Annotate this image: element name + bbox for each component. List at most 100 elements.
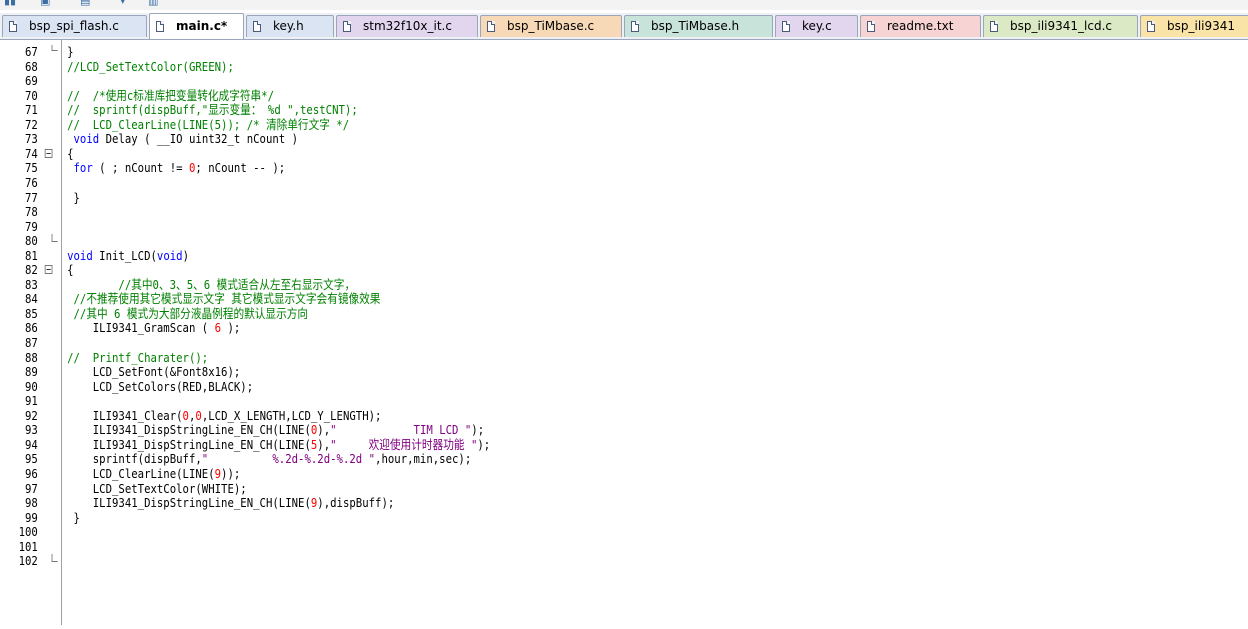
fold-collapse-icon[interactable] [44,148,53,158]
code-line[interactable]: 69 [0,74,1073,88]
code-line[interactable]: 73 void Delay ( __IO uint32_t nCount ) [0,132,1073,146]
code-line[interactable]: 97 LCD_SetTextColor(WHITE); [0,480,1073,496]
code-line[interactable]: 76 [0,175,1073,190]
line-number: 78 [25,204,38,220]
code-token-plain: )); [221,465,241,481]
toolbar-tool-icon[interactable]: ▤ [80,0,92,7]
code-line[interactable]: 82 { [0,263,1073,277]
line-number: 97 [25,480,38,496]
code-token-comment: // /*使用c标准库把变量转化成字符串*/ [67,87,275,103]
tab-readme-txt[interactable]: readme.txt [860,15,981,37]
code-token-plain: ,hour,min,sec); [375,451,472,467]
code-line[interactable]: 90 LCD_SetColors(RED,BLACK); [0,378,1073,394]
tab-main-c[interactable]: main.c* [149,13,244,39]
line-number: 98 [25,495,38,511]
line-number: 82 [25,262,38,278]
line-number: 88 [25,349,38,365]
code-token-plain: ); [477,436,491,452]
code-line[interactable]: 99 } [0,510,1073,525]
code-token-plain: ; nCount -- ); [195,160,286,176]
code-line[interactable]: 71 // sprintf(dispBuff,"显示变量： %d ",testCN… [0,103,1073,117]
line-number: 80 [25,233,38,249]
code-text: //不推荐使用其它模式显示文字 其它模式显示文字会有镜像效果 [67,292,380,306]
tab-stm32f10x-it-c[interactable]: stm32f10x_it.c [336,15,478,37]
toolbar-tool-icon[interactable]: ▣ [40,0,52,7]
code-text: { [67,146,73,161]
line-number: 90 [25,378,38,394]
code-line[interactable]: 95 sprintf(dispBuff," %.2d-%.2d-%.2d ",h… [0,452,1073,466]
fold-collapse-icon[interactable] [44,265,53,275]
tab-bsp-spi-flash-c[interactable]: bsp_spi_flash.c [2,15,147,37]
tab-bsp-timbase-h[interactable]: bsp_TiMbase.h [624,15,773,37]
toolbar-tool-icon[interactable]: ▾ [120,0,132,7]
code-token-str: " %.2d-%.2d-%.2d " [201,451,376,467]
code-token-comment: // Printf_Charater(); [67,349,209,365]
code-token-plain: LCD_ClearLine(LINE( [67,465,215,481]
tab-key-h[interactable]: key.h [246,15,334,37]
code-editor[interactable]: 67} 68//LCD_SetTextColor(GREEN); 69 70// /*… [0,40,1248,629]
code-line[interactable]: 68 //LCD_SetTextColor(GREEN); [0,58,1073,74]
code-line[interactable]: 80 [0,234,1073,248]
code-line[interactable]: 100 [0,525,1073,539]
code-text: // LCD_ClearLine(LINE(5)); /* 清除单行文字 */ [67,117,349,132]
code-line[interactable]: 85 //其中 6 模式为大部分液晶例程的默认显示方向 [0,306,1073,321]
tab-bsp-ili9341[interactable]: bsp_ili9341 [1140,15,1248,37]
file-icon [343,21,351,32]
line-number: 87 [25,335,38,350]
code-line[interactable]: 89 LCD_SetFont(&Font8x16); [0,365,1073,379]
code-token-plain: { [67,262,74,278]
line-number: 91 [25,393,38,409]
code-line[interactable]: 79 [0,219,1073,234]
line-number: 84 [25,291,38,307]
tab-label: bsp_ili9341_lcd.c [1010,19,1112,33]
code-line[interactable]: 74 { [0,145,1073,161]
code-text: //LCD_SetTextColor(GREEN); [67,58,234,74]
toolbar-tool-icon[interactable]: ▮▮ [4,0,16,7]
code-line[interactable]: 91 [0,394,1073,408]
code-line[interactable]: 75 for ( ; nCount != 0; nCount -- ); [0,161,1073,175]
tab-bsp-ili9341-lcd-c[interactable]: bsp_ili9341_lcd.c [983,15,1138,37]
code-line[interactable]: 70 // /*使用c标准库把变量转化成字符串*/ [0,87,1073,103]
code-line[interactable]: 94 ILI9341_DispStringLine_EN_CH(LINE(5),… [0,436,1073,452]
code-line[interactable]: 86 ILI9341_GramScan ( 6 ); [0,321,1073,335]
code-line[interactable]: 67} [0,45,1073,59]
code-token-kw: void [67,131,100,147]
fold-end-marker-icon [51,554,58,563]
code-line[interactable]: 88 // Printf_Charater(); [0,349,1073,365]
code-line[interactable]: 81 void Init_LCD(void) [0,247,1073,263]
code-text: //其中 6 模式为大部分液晶例程的默认显示方向 [67,306,308,321]
code-token-plain: ) [182,247,189,263]
tab-label: key.h [273,19,304,33]
file-icon [487,21,495,32]
code-line[interactable]: 98 ILI9341_DispStringLine_EN_CH(LINE(9),… [0,496,1073,510]
code-token-kw: void [156,247,183,263]
code-line[interactable]: 77 } [0,190,1073,205]
code-text: // /*使用c标准库把变量转化成字符串*/ [67,87,275,103]
code-token-plain: ,LCD_X_LENGTH,LCD_Y_LENGTH); [201,407,382,423]
line-number: 74 [25,145,38,161]
toolbar-tool-icon[interactable]: ▥ [148,0,160,7]
tab-key-c[interactable]: key.c [775,15,858,37]
code-token-comment: //不推荐使用其它模式显示文字 其它模式显示文字会有镜像效果 [67,291,381,307]
code-token-plain: ),dispBuff); [317,495,395,511]
code-line[interactable]: 101 [0,539,1073,554]
file-icon [9,21,17,32]
code-line[interactable]: 96 LCD_ClearLine(LINE(9)); [0,465,1073,481]
code-line[interactable]: 93 ILI9341_DispStringLine_EN_CH(LINE(0),… [0,423,1073,437]
tab-bsp-timbase-c[interactable]: bsp_TiMbase.c [480,15,622,37]
code-line[interactable]: 92 ILI9341_Clear(0,0,LCD_X_LENGTH,LCD_Y_… [0,407,1073,423]
file-icon [867,21,875,32]
code-line[interactable]: 72 // LCD_ClearLine(LINE(5)); /* 清除单行文字 *… [0,117,1073,132]
tab-label: main.c* [176,19,228,33]
code-line[interactable]: 84 //不推荐使用其它模式显示文字 其它模式显示文字会有镜像效果 [0,292,1073,306]
tab-label: bsp_spi_flash.c [29,19,119,33]
code-token-plain: ), [317,436,331,452]
code-line[interactable]: 78 [0,205,1073,219]
code-token-comment: //LCD_SetTextColor(GREEN); [67,58,234,74]
code-text: } [67,510,79,525]
code-line[interactable]: 83 //其中0、3、5、6 模式适合从左至右显示文字， [0,276,1073,292]
file-icon [1147,21,1155,32]
code-line[interactable]: 87 [0,336,1073,350]
line-number: 83 [25,276,38,292]
code-line[interactable]: 102 [0,554,1073,568]
